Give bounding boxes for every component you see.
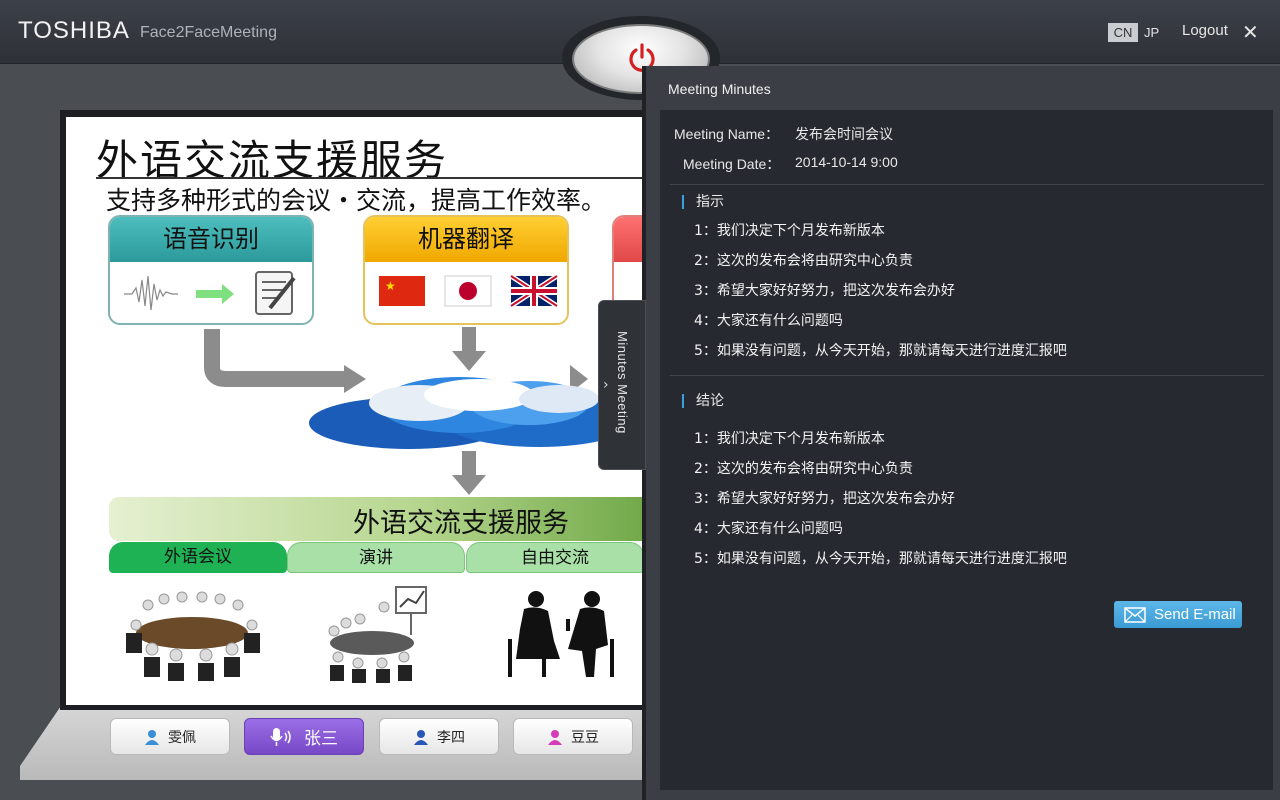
section-heading-conclusion: 结论	[682, 394, 724, 408]
user-icon	[548, 729, 562, 745]
slide-tab-foreign-meeting: 外语会议	[109, 542, 287, 573]
meeting-name-label: Meeting Name：	[674, 126, 780, 142]
participant-name: 豆豆	[571, 729, 599, 746]
divider	[670, 184, 1264, 185]
flow-arrows	[204, 327, 588, 495]
service-banner: 外语交流支援服务	[109, 497, 646, 541]
meeting-illustration	[126, 591, 260, 681]
minutes-item: 4：大家还有什么问题吗	[694, 313, 843, 329]
divider	[670, 375, 1264, 376]
free-talk-illustration	[508, 591, 614, 677]
participant-name: 李四	[437, 729, 465, 746]
logout-button[interactable]: Logout	[1182, 22, 1228, 39]
envelope-icon	[1124, 606, 1146, 623]
minutes-item: 2：这次的发布会将由研究中心负责	[694, 461, 913, 477]
brand-logo: TOSHIBA	[18, 17, 130, 44]
participant-button[interactable]: 雯佩	[110, 718, 230, 755]
minutes-item: 5：如果没有问题，从今天开始，那就请每天进行进度汇报吧	[694, 551, 1067, 567]
minutes-item: 1：我们决定下个月发布新版本	[694, 431, 885, 447]
send-email-button[interactable]: Send E-mail	[1114, 601, 1242, 628]
panel-title: Meeting Minutes	[668, 81, 771, 97]
meeting-date-label: Meeting Date：	[683, 156, 781, 172]
cloud-icon	[309, 377, 634, 449]
minutes-tab-label: Minutes Meeting	[615, 331, 630, 434]
lang-cn-button[interactable]: CN	[1108, 23, 1138, 42]
banner-title: 外语交流支援服务	[353, 508, 569, 539]
minutes-item: 2：这次的发布会将由研究中心负责	[694, 253, 913, 269]
chevron-right-icon: ›	[603, 377, 609, 393]
participant-name: 张三	[304, 729, 338, 749]
meeting-minutes-panel: Meeting Minutes Meeting Name： 发布会时间会议 Me…	[642, 66, 1280, 800]
app-name: Face2FaceMeeting	[140, 24, 277, 41]
section-heading-instructions: 指示	[682, 195, 724, 209]
minutes-item: 4：大家还有什么问题吗	[694, 521, 843, 537]
send-email-label: Send E-mail	[1154, 606, 1236, 623]
minutes-item: 3：希望大家好好努力，把这次发布会办好	[694, 491, 955, 507]
participant-button-active[interactable]: 张三	[244, 718, 364, 755]
presentation-illustration	[328, 586, 427, 683]
minutes-meeting-tab[interactable]: › Minutes Meeting	[598, 300, 646, 470]
minutes-item: 5：如果没有问题，从今天开始，那就请每天进行进度汇报吧	[694, 343, 1067, 359]
lang-jp-button[interactable]: JP	[1144, 23, 1159, 42]
meeting-date-value: 2014-10-14 9:00	[795, 154, 898, 170]
participant-button[interactable]: 豆豆	[513, 718, 633, 755]
minutes-item: 1：我们决定下个月发布新版本	[694, 223, 885, 239]
participant-name: 雯佩	[168, 729, 196, 746]
user-icon	[414, 729, 428, 745]
minutes-content: Meeting Name： 发布会时间会议 Meeting Date： 2014…	[660, 110, 1273, 790]
participant-button[interactable]: 李四	[379, 718, 499, 755]
shared-slide: 外语交流支援服务 支持多种形式的会议・交流，提高工作效率。 语音识别 机器翻译 …	[66, 117, 646, 705]
slide-tab-speech: 演讲	[287, 542, 465, 573]
minutes-item: 3：希望大家好好努力，把这次发布会办好	[694, 283, 955, 299]
microphone-icon	[270, 727, 291, 746]
user-icon	[145, 729, 159, 745]
close-icon[interactable]: ✕	[1242, 20, 1259, 44]
meeting-name-value: 发布会时间会议	[795, 126, 893, 142]
slide-tab-free-talk: 自由交流	[466, 542, 644, 573]
